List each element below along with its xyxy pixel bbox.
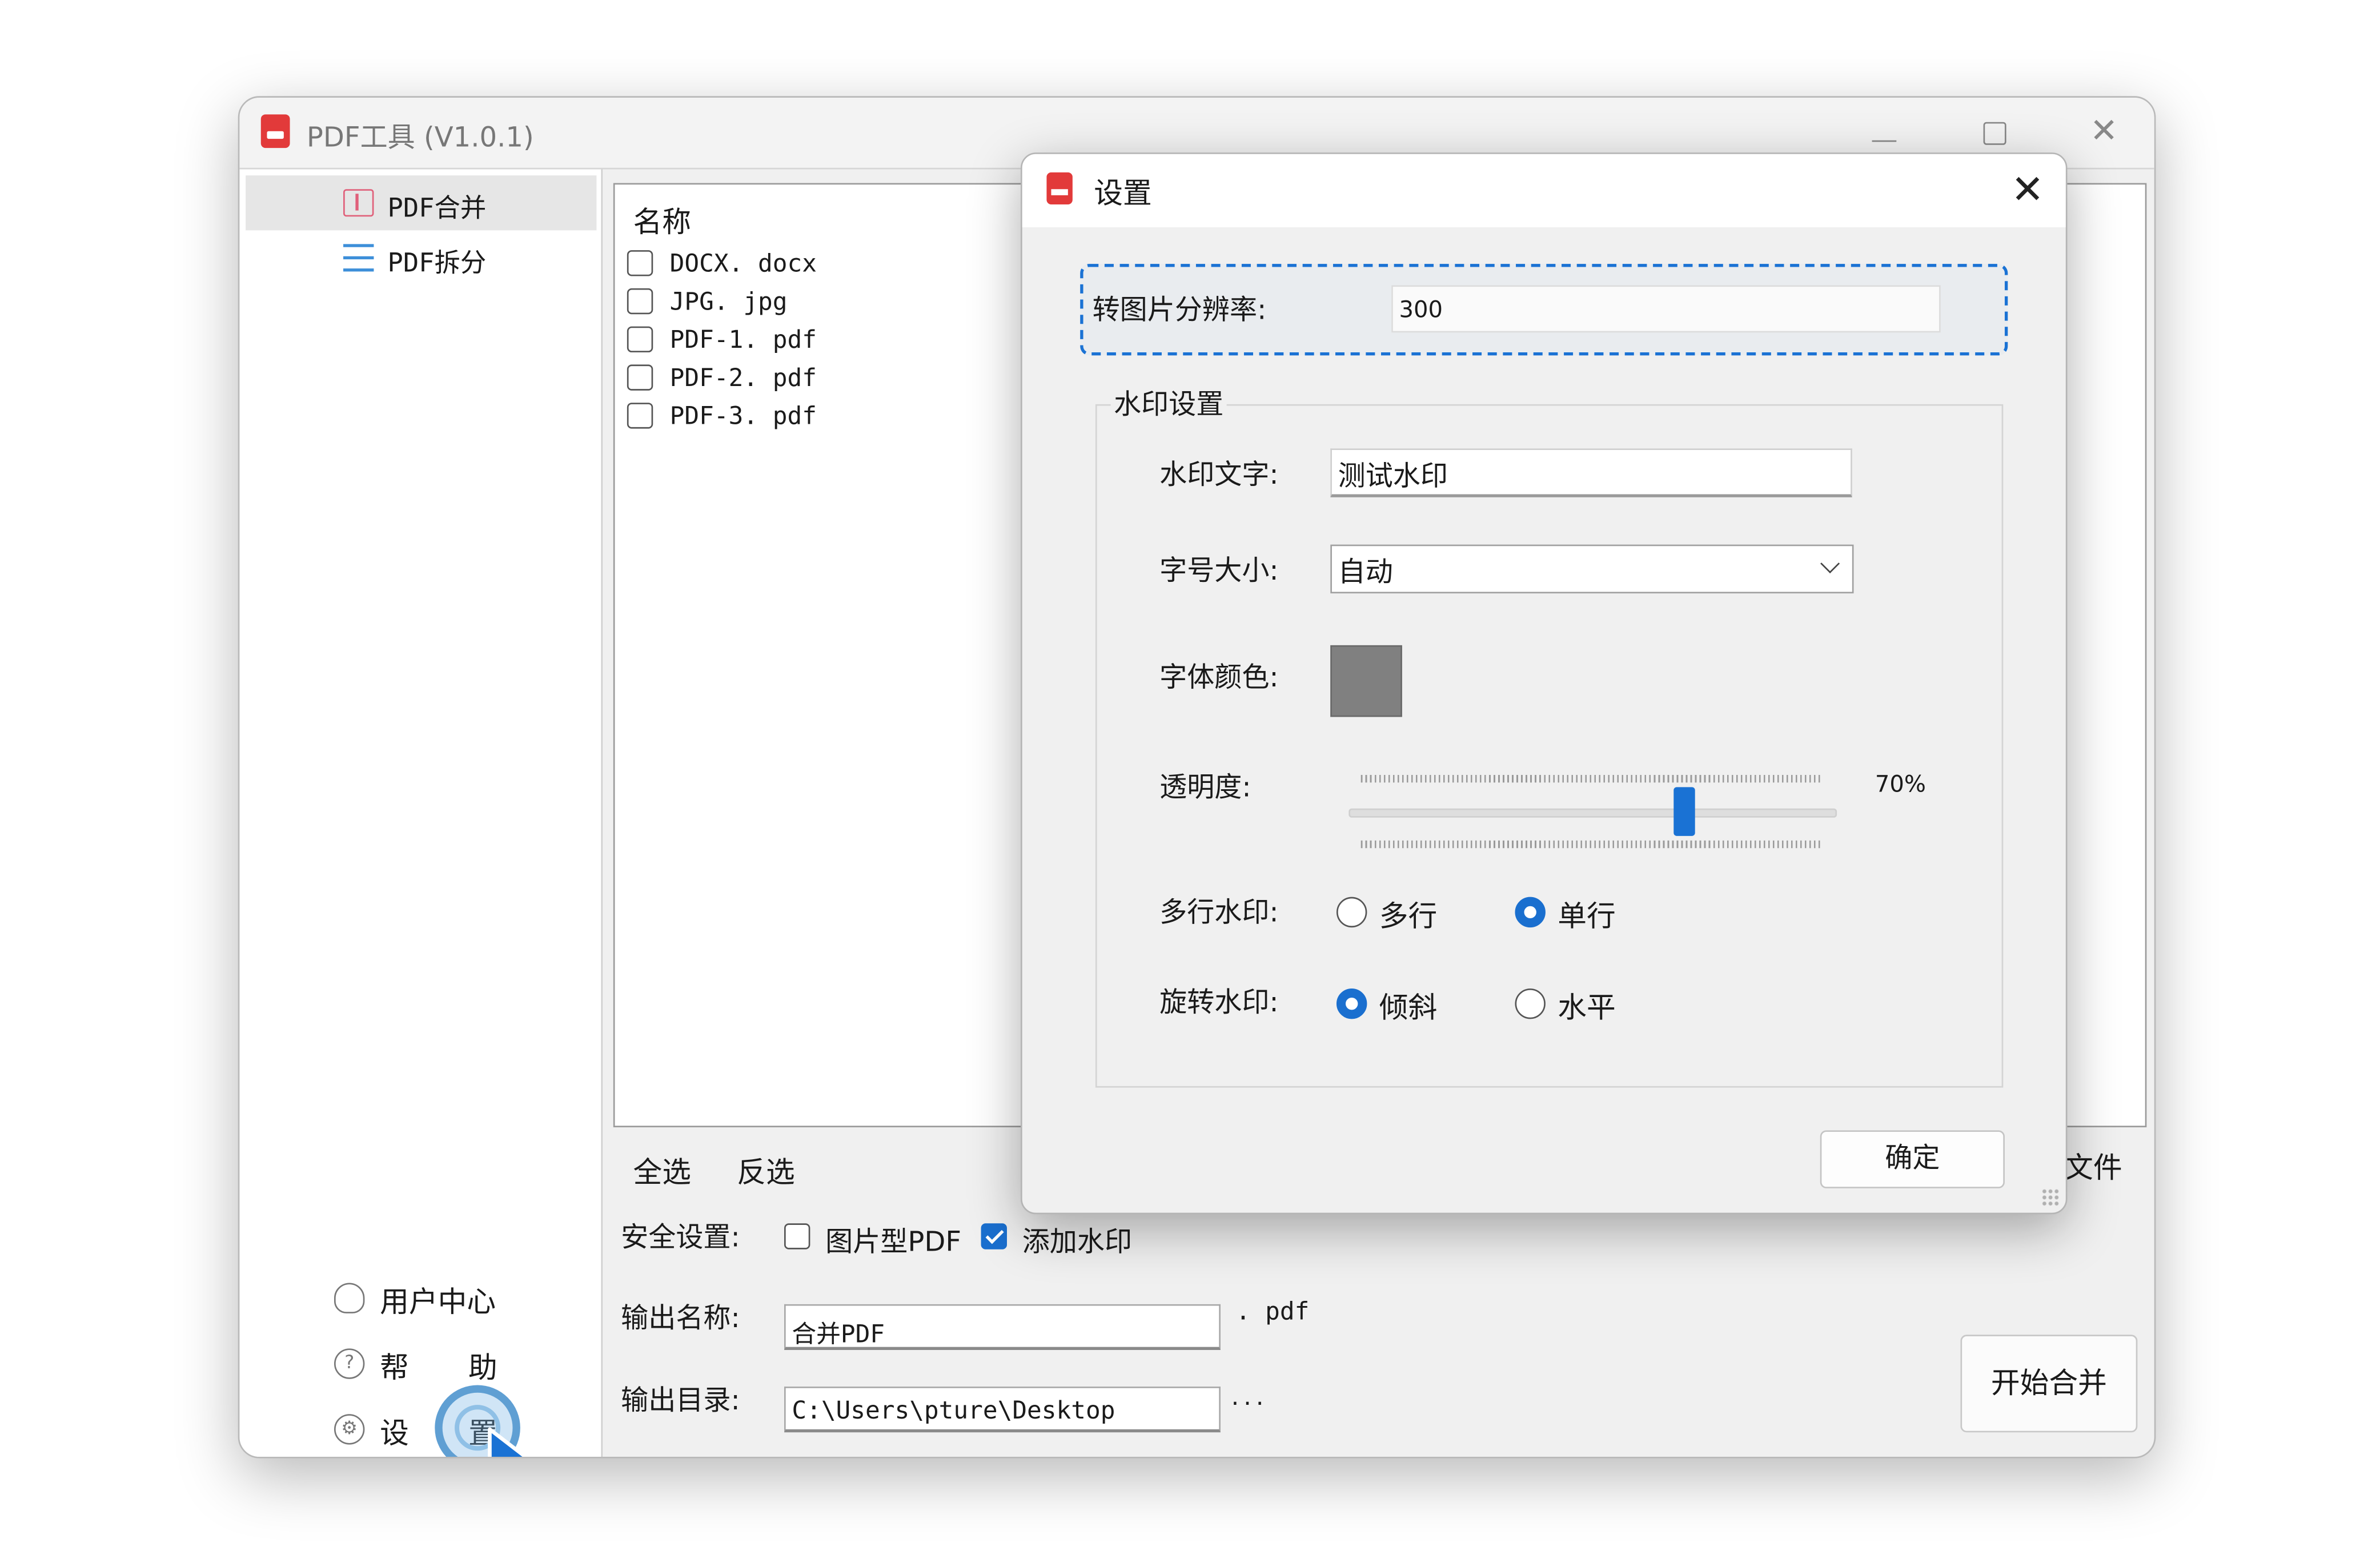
- help-label-2: 助: [468, 1351, 497, 1385]
- file-row[interactable]: PDF-2. pdf: [627, 361, 1054, 398]
- ok-button[interactable]: 确定: [1820, 1130, 2005, 1188]
- pdf-app-icon: [1046, 172, 1073, 204]
- sidebar: PDF合并 PDF拆分 用户中心 ? 帮 助 ⚙ 设 置 i: [239, 169, 603, 1457]
- sidebar-user-center[interactable]: 用户中心: [331, 1277, 591, 1323]
- close-button[interactable]: ✕: [2073, 110, 2134, 155]
- file-name: PDF-2. pdf: [669, 363, 817, 392]
- file-row[interactable]: PDF-3. pdf: [627, 400, 1054, 436]
- slider-thumb[interactable]: [1673, 787, 1695, 836]
- sidebar-item-pdf-split[interactable]: PDF拆分: [246, 230, 596, 285]
- font-color-swatch[interactable]: [1330, 645, 1402, 717]
- font-size-select[interactable]: 自动: [1330, 544, 1854, 594]
- radio-label: 单行: [1558, 900, 1616, 934]
- maximize-button[interactable]: [1964, 110, 2025, 155]
- file-name: DOCX. docx: [669, 248, 817, 278]
- resolution-label: 转图片分辨率:: [1092, 294, 1267, 327]
- gear-icon: ⚙: [334, 1414, 365, 1445]
- merge-icon: [343, 189, 374, 217]
- sidebar-item-label: PDF拆分: [387, 248, 487, 279]
- font-size-label: 字号大小:: [1159, 555, 1279, 588]
- resolution-input[interactable]: 300: [1391, 285, 1941, 333]
- sidebar-item-label: PDF合并: [387, 194, 487, 224]
- sidebar-help[interactable]: ? 帮 助: [331, 1343, 591, 1388]
- user-icon: [334, 1283, 365, 1313]
- chevron-down-icon: [1820, 554, 1840, 574]
- settings-label-1: 设: [380, 1417, 409, 1451]
- slider-track: [1348, 808, 1837, 818]
- file-row[interactable]: JPG. jpg: [627, 286, 1054, 322]
- opacity-value: 70%: [1875, 770, 1926, 798]
- watermark-group-title: 水印设置: [1110, 383, 1227, 423]
- maximize-icon: [1982, 122, 2006, 145]
- screenshot-stage: PDF工具 (V1.0.1) ✕ PDF合并 PDF拆分 用户中心 ? 帮 助 …: [0, 0, 2380, 1547]
- file-checkbox[interactable]: [627, 326, 653, 353]
- column-header-name: 名称: [633, 206, 692, 240]
- opacity-label: 透明度:: [1159, 772, 1251, 804]
- security-settings-label: 安全设置:: [621, 1221, 740, 1254]
- settings-dialog: 设置 ✕ 转图片分辨率: 300 水印设置 水印文字: 测试水印 字号大小: 自…: [1021, 152, 2068, 1215]
- font-color-label: 字体颜色:: [1159, 662, 1279, 694]
- window-title: PDF工具 (V1.0.1): [306, 122, 534, 154]
- slider-ticks-top: [1360, 774, 1822, 783]
- output-name-label: 输出名称:: [621, 1303, 740, 1335]
- font-size-value: 自动: [1338, 556, 1393, 589]
- radio-label: 多行: [1379, 900, 1438, 934]
- output-dir-label: 输出目录:: [621, 1385, 740, 1417]
- radio-dot[interactable]: [1515, 988, 1546, 1019]
- radio-label: 倾斜: [1379, 991, 1438, 1026]
- file-checkbox[interactable]: [627, 403, 653, 429]
- invert-selection-button[interactable]: 反选: [737, 1150, 795, 1191]
- output-name-input[interactable]: 合并PDF: [784, 1304, 1221, 1351]
- radio-dot[interactable]: [1515, 897, 1546, 928]
- dialog-title: 设置: [1094, 176, 1152, 211]
- image-pdf-checkbox[interactable]: [784, 1223, 810, 1249]
- file-name: PDF-1. pdf: [669, 324, 817, 354]
- split-icon: [343, 244, 374, 272]
- resize-grip-icon[interactable]: [2041, 1188, 2060, 1207]
- browse-button[interactable]: ...: [1231, 1382, 1269, 1411]
- cursor-pointer-icon: [488, 1427, 529, 1457]
- help-label-1: 帮: [380, 1351, 409, 1385]
- sidebar-item-pdf-merge[interactable]: PDF合并: [246, 175, 597, 231]
- pdf-app-icon: [260, 114, 290, 148]
- file-checkbox[interactable]: [627, 364, 653, 391]
- output-suffix: . pdf: [1235, 1296, 1310, 1326]
- file-checkbox[interactable]: [627, 288, 653, 315]
- file-checkbox[interactable]: [627, 250, 653, 276]
- file-row[interactable]: DOCX. docx: [627, 247, 1054, 284]
- add-file-button-partial[interactable]: 文件: [2064, 1146, 2122, 1187]
- add-watermark-label: 添加水印: [1022, 1226, 1133, 1259]
- select-all-button[interactable]: 全选: [633, 1150, 692, 1191]
- file-name: JPG. jpg: [669, 287, 788, 316]
- dialog-title-bar: 设置 ✕: [1022, 154, 2066, 228]
- opacity-slider[interactable]: [1348, 772, 1837, 851]
- user-center-label: 用户中心: [380, 1285, 496, 1320]
- image-pdf-label: 图片型PDF: [825, 1226, 962, 1259]
- file-row[interactable]: PDF-1. pdf: [627, 323, 1054, 360]
- add-watermark-checkbox[interactable]: [981, 1223, 1007, 1249]
- radio-dot[interactable]: [1336, 897, 1367, 928]
- dialog-close-button[interactable]: ✕: [2002, 166, 2054, 215]
- slider-ticks-bottom: [1360, 840, 1822, 849]
- help-icon: ?: [334, 1348, 365, 1379]
- minimize-button[interactable]: [1854, 110, 1915, 155]
- watermark-text-label: 水印文字:: [1159, 459, 1279, 492]
- radio-label: 水平: [1558, 991, 1616, 1026]
- minimize-icon: [1872, 139, 1897, 142]
- watermark-text-input[interactable]: 测试水印: [1330, 448, 1852, 497]
- multiline-watermark-label: 多行水印:: [1159, 897, 1279, 929]
- file-name: PDF-3. pdf: [669, 401, 817, 431]
- output-dir-input[interactable]: C:\Users\pture\Desktop: [784, 1387, 1221, 1433]
- radio-dot[interactable]: [1336, 988, 1367, 1019]
- start-merge-button[interactable]: 开始合并: [1960, 1335, 2138, 1433]
- rotate-watermark-label: 旋转水印:: [1159, 987, 1279, 1019]
